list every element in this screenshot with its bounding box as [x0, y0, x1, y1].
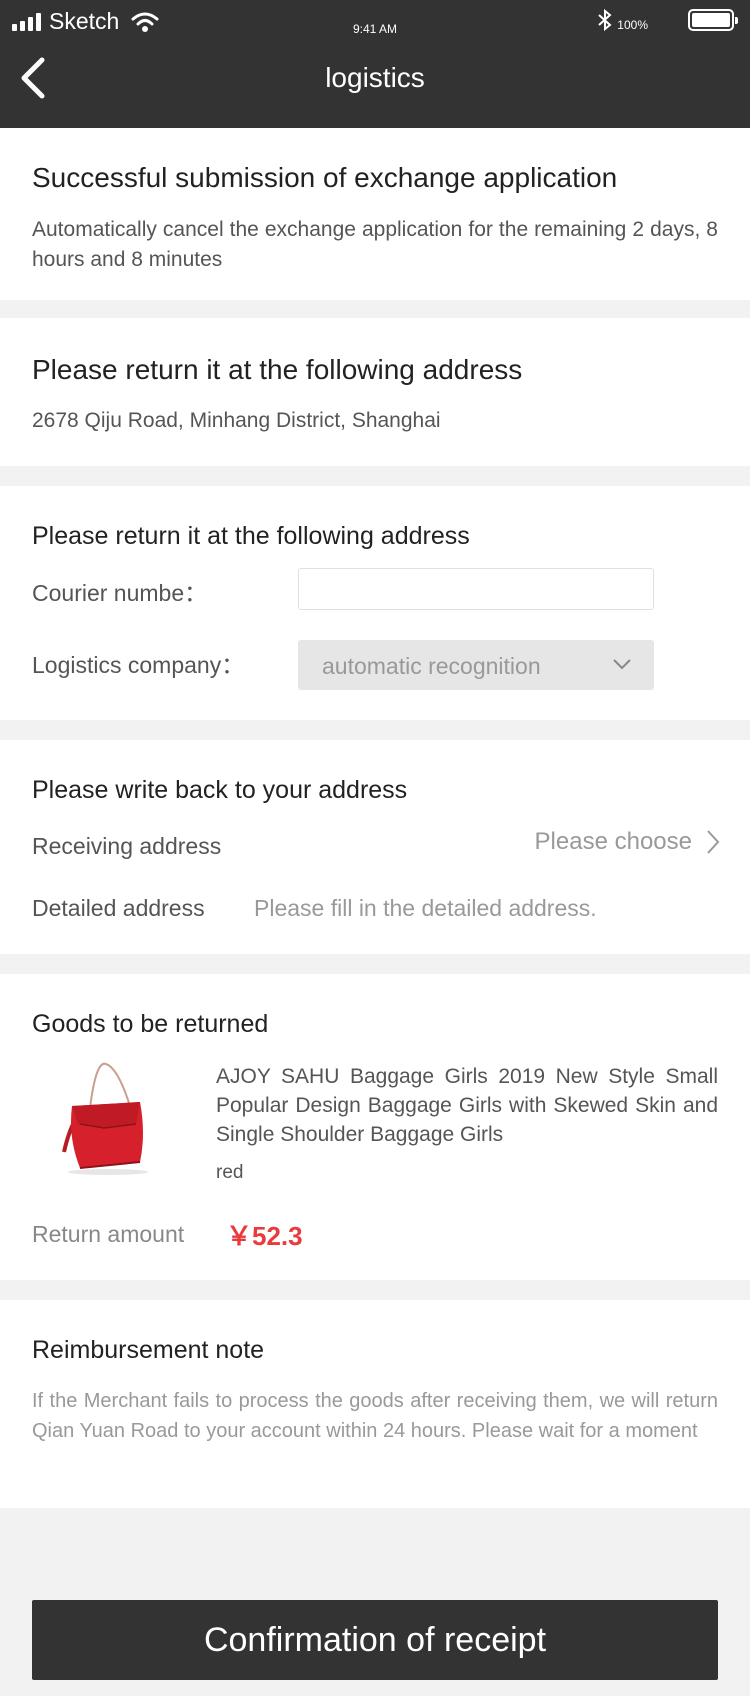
nav-header: Sketch 9:41 AM 100% logistics — [0, 0, 750, 128]
write-back-title: Please write back to your address — [32, 776, 408, 804]
bluetooth-icon — [598, 8, 612, 32]
goods-title: Goods to be returned — [32, 1010, 269, 1038]
battery-percent: 100% — [617, 18, 648, 32]
submission-title: Successful submission of exchange applic… — [32, 162, 618, 193]
battery-icon — [688, 9, 738, 31]
page-title: logistics — [325, 62, 425, 93]
return-amount-label: Return amount — [32, 1221, 185, 1247]
receiving-address-value: Please choose — [534, 828, 692, 855]
return-address-title: Please return it at the following addres… — [32, 354, 523, 385]
status-bar: Sketch 9:41 AM 100% — [0, 0, 750, 44]
logistics-form-title: Please return it at the following addres… — [32, 522, 470, 550]
product-color: red — [216, 1162, 244, 1183]
chevron-down-icon — [613, 659, 631, 670]
return-address-text: 2678 Qiju Road, Minhang District, Shangh… — [32, 409, 441, 432]
return-address-card: Please return it at the following addres… — [0, 318, 750, 466]
courier-number-label: Courier numbe： — [32, 580, 208, 606]
courier-number-input[interactable] — [298, 568, 654, 610]
product-name: AJOY SAHU Baggage Girls 2019 New Style S… — [216, 1065, 718, 1146]
reimbursement-note-card: Reimbursement note If the Merchant fails… — [0, 1300, 750, 1508]
product-image — [44, 1058, 160, 1176]
receiving-address-picker[interactable]: Please choose — [535, 828, 720, 856]
logistics-company-select[interactable]: automatic recognition — [298, 640, 654, 690]
chevron-right-icon — [707, 830, 720, 854]
detailed-address-label: Detailed address — [32, 895, 205, 921]
submission-message: Automatically cancel the exchange applic… — [32, 218, 718, 271]
status-right: 100% — [597, 8, 738, 32]
detailed-address-input[interactable]: Please fill in the detailed address. — [254, 893, 597, 923]
return-amount: ￥52.3 — [226, 1221, 303, 1251]
reimbursement-note-text: If the Merchant fails to process the goo… — [32, 1390, 718, 1442]
confirm-receipt-button[interactable]: Confirmation of receipt — [32, 1600, 718, 1680]
logistics-company-label: Logistics company： — [32, 652, 245, 678]
reimbursement-note-title: Reimbursement note — [32, 1336, 265, 1364]
receiving-address-label: Receiving address — [32, 833, 222, 859]
write-back-card: Please write back to your address Receiv… — [0, 740, 750, 954]
submission-card: Successful submission of exchange applic… — [0, 128, 750, 300]
logistics-company-value: automatic recognition — [322, 653, 541, 679]
